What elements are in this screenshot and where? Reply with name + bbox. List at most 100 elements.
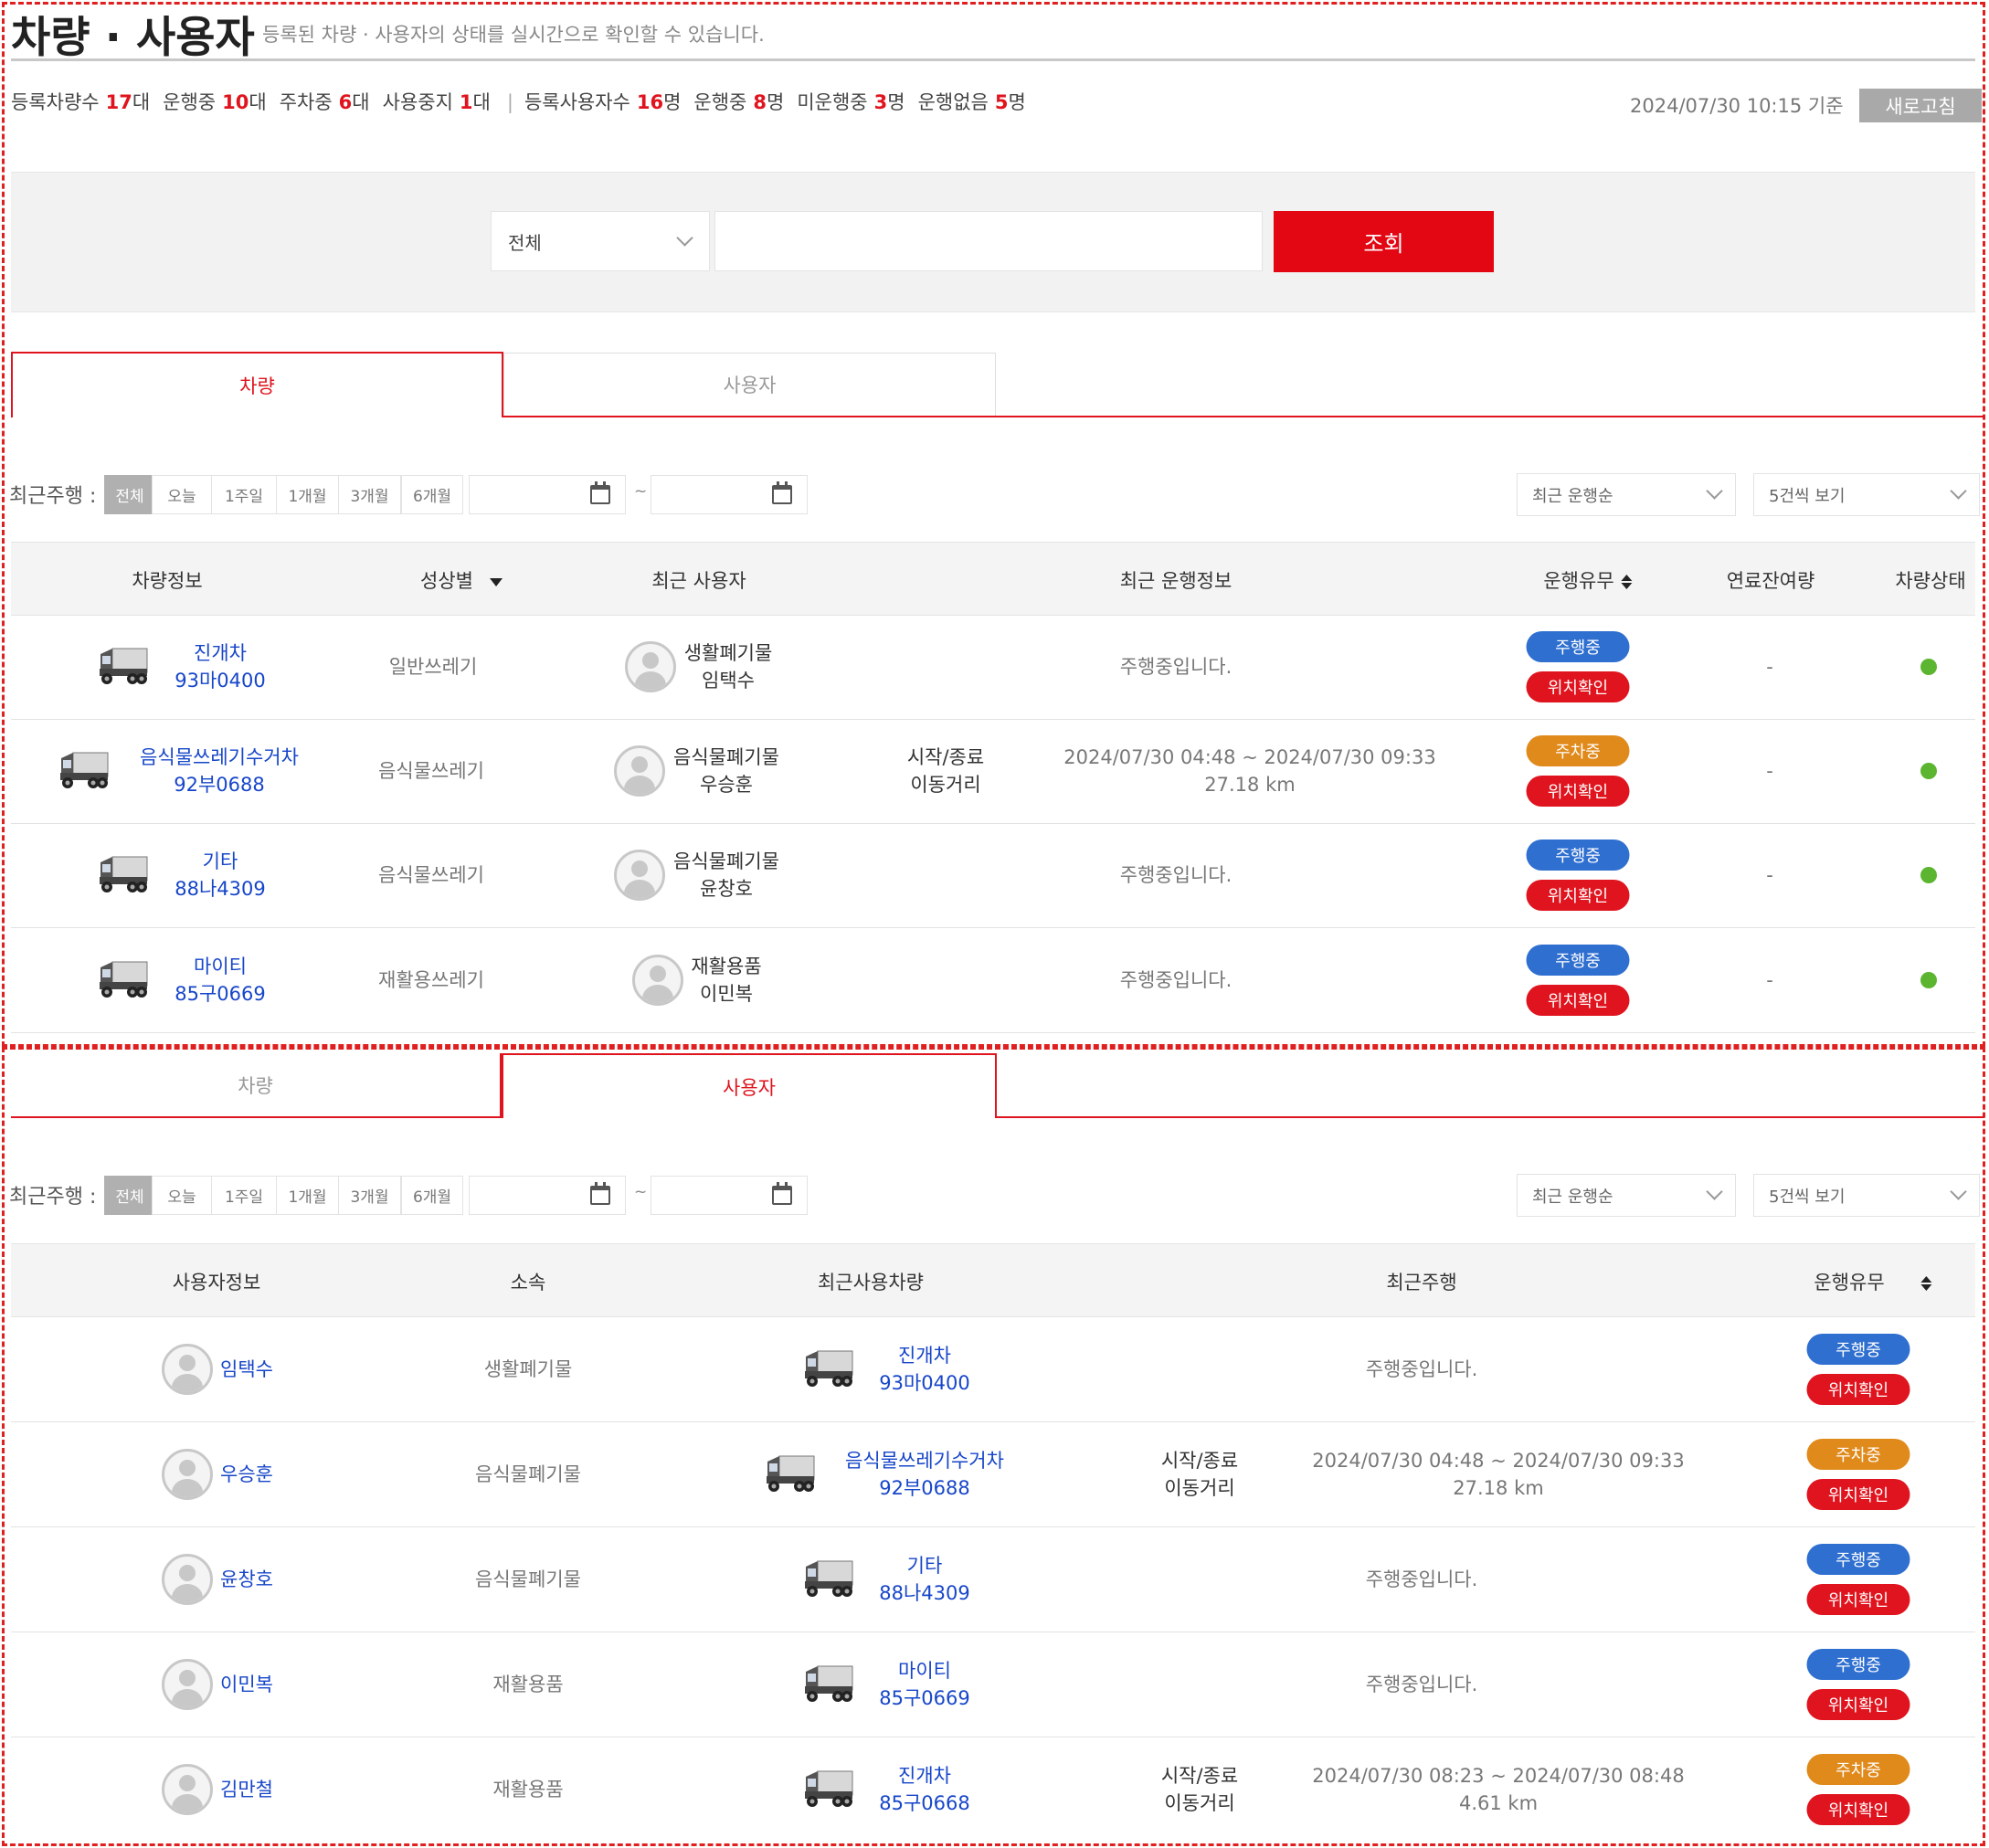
period-chip-3[interactable]: 1개월 <box>276 1176 339 1215</box>
fuel-level: - <box>1766 656 1773 678</box>
search-category-select[interactable]: 전체 <box>491 211 710 271</box>
vehicle-plate-link[interactable]: 88나4309 <box>175 875 266 903</box>
vehicle-name-link[interactable]: 진개차 <box>194 639 247 667</box>
vehicle-plate-link[interactable]: 85구0669 <box>879 1684 970 1712</box>
locate-button[interactable]: 위치확인 <box>1526 985 1630 1016</box>
col-operation-status[interactable]: 운행유무 <box>1543 566 1633 594</box>
locate-button[interactable]: 위치확인 <box>1526 671 1630 702</box>
calendar-icon[interactable] <box>590 481 610 504</box>
vehicle-plate-link[interactable]: 85구0669 <box>175 980 266 1008</box>
operation-status-badge: 주차중 <box>1806 1753 1910 1785</box>
vehicle-plate-link[interactable]: 88나4309 <box>879 1579 970 1607</box>
table-row <box>11 823 1975 928</box>
tab-vehicle[interactable]: 차량 <box>11 352 503 417</box>
col-operation-status[interactable]: 운행유무 <box>1814 1268 1932 1295</box>
refresh-button[interactable]: 새로고침 <box>1859 89 1982 122</box>
period-chip-4[interactable]: 3개월 <box>338 475 401 514</box>
calendar-icon[interactable] <box>772 1182 792 1205</box>
col-recent-user: 최근 사용자 <box>651 570 746 592</box>
vehicle-name-link[interactable]: 마이티 <box>898 1657 951 1684</box>
col-recent-vehicle: 최근사용차량 <box>818 1272 924 1294</box>
end-date-input[interactable] <box>651 475 808 514</box>
operation-status-badge: 주행중 <box>1526 840 1630 871</box>
sort-icon[interactable] <box>1920 1276 1932 1291</box>
search-button[interactable]: 조회 <box>1274 211 1494 272</box>
user-name-link[interactable]: 임택수 <box>220 1356 273 1383</box>
trip-time-range: 2024/07/30 08:23 ~ 2024/07/30 08:48 <box>1312 1764 1685 1787</box>
user-name-link[interactable]: 윤창호 <box>220 1566 273 1593</box>
tab-user[interactable]: 사용자 <box>502 1053 997 1118</box>
stat-value: 17 <box>105 91 132 113</box>
vehicle-plate-link[interactable]: 92부0688 <box>879 1474 970 1502</box>
sort-icon[interactable] <box>1621 575 1633 589</box>
chevron-down-icon <box>1950 482 1967 500</box>
stat-item: 등록차량수 17대 <box>11 91 150 113</box>
page-size-select[interactable]: 5건씩 보기 <box>1753 473 1980 516</box>
locate-button[interactable]: 위치확인 <box>1806 1373 1910 1405</box>
start-date-input[interactable] <box>469 475 626 514</box>
calendar-icon[interactable] <box>590 1182 610 1205</box>
locate-button[interactable]: 위치확인 <box>1526 776 1630 807</box>
user-table-header <box>11 1243 1975 1317</box>
period-chip-1[interactable]: 오늘 <box>152 475 212 514</box>
page-size-value: 5건씩 보기 <box>1769 1187 1846 1207</box>
locate-button[interactable]: 위치확인 <box>1806 1478 1910 1510</box>
period-chip-5[interactable]: 6개월 <box>401 475 463 514</box>
sort-order-select[interactable]: 최근 운행순 <box>1517 473 1736 516</box>
vehicle-name-link[interactable]: 진개차 <box>898 1762 951 1790</box>
summary-stats: 등록차량수 17대 운행중 10대 주차중 6대 사용중지 1대 | 등록사용자수 16명 운행중 8명… <box>11 88 1039 115</box>
period-chip-5[interactable]: 6개월 <box>401 1176 463 1215</box>
recent-user-name: 우승훈 <box>700 774 753 796</box>
start-date-input[interactable] <box>469 1176 626 1215</box>
tab-user[interactable]: 사용자 <box>503 353 996 416</box>
col-waste-type[interactable]: 성상별 <box>420 566 503 594</box>
chevron-down-icon <box>1950 1183 1967 1200</box>
vehicle-plate-link[interactable]: 92부0688 <box>174 771 265 798</box>
vehicle-name-link[interactable]: 기타 <box>203 848 238 875</box>
period-chip-0[interactable]: 전체 <box>104 1176 155 1215</box>
operation-status-badge: 주행중 <box>1526 631 1630 662</box>
locate-button[interactable]: 위치확인 <box>1526 880 1630 911</box>
date-range-tilde: ~ <box>634 482 648 501</box>
period-chip-3[interactable]: 1개월 <box>276 475 339 514</box>
end-date-input[interactable] <box>651 1176 808 1215</box>
locate-button[interactable]: 위치확인 <box>1806 1688 1910 1720</box>
truck-icon <box>98 641 149 687</box>
period-chip-1[interactable]: 오늘 <box>152 1176 212 1215</box>
sort-down-icon[interactable] <box>489 577 503 586</box>
fuel-level: - <box>1766 760 1773 782</box>
period-chip-2[interactable]: 1주일 <box>211 1176 277 1215</box>
period-chip-4[interactable]: 3개월 <box>338 1176 401 1215</box>
recent-trip-filter-label: 최근주행 : <box>9 1186 97 1209</box>
page-title: 차량 · 사용자 <box>11 13 255 63</box>
stat-value: 3 <box>873 91 888 113</box>
vehicle-name-link[interactable]: 마이티 <box>194 953 247 980</box>
calendar-icon[interactable] <box>772 481 792 504</box>
period-chip-0[interactable]: 전체 <box>104 475 155 514</box>
vehicle-name-link[interactable]: 음식물쓰레기수거차 <box>845 1447 1004 1474</box>
trip-time-label: 시작/종료 <box>906 746 985 768</box>
page-size-select[interactable]: 5건씩 보기 <box>1753 1174 1980 1217</box>
col-operation-status-label: 운행유무 <box>1543 570 1614 592</box>
user-name-link[interactable]: 이민복 <box>220 1671 273 1698</box>
tab-vehicle[interactable]: 차량 <box>11 1053 502 1118</box>
trip-status-text: 주행중입니다. <box>1119 864 1233 886</box>
vehicle-name-link[interactable]: 진개차 <box>898 1342 951 1369</box>
vehicle-name-link[interactable]: 기타 <box>907 1552 943 1579</box>
vehicle-plate-link[interactable]: 85구0668 <box>879 1790 970 1817</box>
stat-unit: 명 <box>767 91 785 113</box>
user-name-link[interactable]: 김만철 <box>220 1776 273 1803</box>
search-input[interactable] <box>714 211 1263 271</box>
period-chip-2[interactable]: 1주일 <box>211 475 277 514</box>
vehicle-plate-link[interactable]: 93마0400 <box>175 667 266 694</box>
truck-icon <box>98 850 149 895</box>
user-name-link[interactable]: 우승훈 <box>220 1461 273 1488</box>
locate-button[interactable]: 위치확인 <box>1806 1583 1910 1615</box>
trip-time-range: 2024/07/30 04:48 ~ 2024/07/30 09:33 <box>1063 746 1436 768</box>
stat-value: 1 <box>459 91 473 113</box>
operation-status-badge: 주행중 <box>1806 1333 1910 1365</box>
vehicle-name-link[interactable]: 음식물쓰레기수거차 <box>140 744 299 771</box>
sort-order-select[interactable]: 최근 운행순 <box>1517 1174 1736 1217</box>
vehicle-plate-link[interactable]: 93마0400 <box>879 1369 970 1397</box>
locate-button[interactable]: 위치확인 <box>1806 1793 1910 1825</box>
